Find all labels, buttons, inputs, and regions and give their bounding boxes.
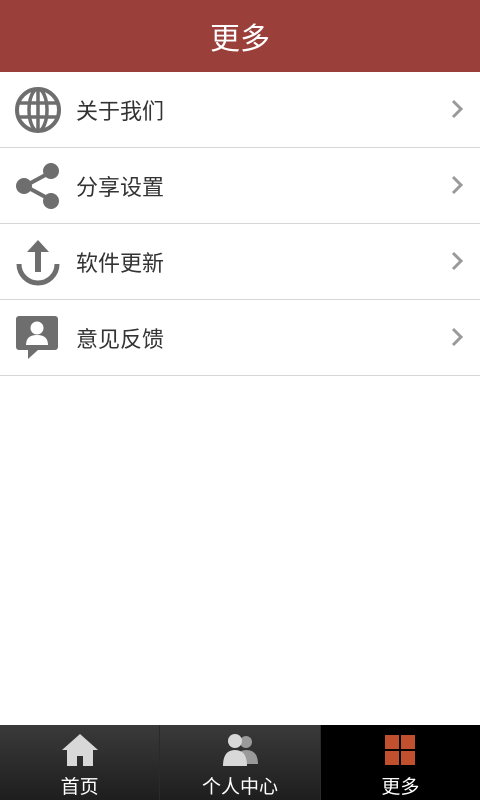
page-title: 更多 — [210, 22, 270, 57]
app-header: 更多 — [0, 0, 480, 72]
chevron-right-icon — [451, 251, 464, 271]
tab-label: 更多 — [381, 776, 420, 798]
menu-item-share-settings[interactable]: 分享设置 — [0, 148, 480, 224]
share-icon — [16, 163, 59, 209]
globe-icon — [15, 87, 61, 133]
home-icon — [61, 734, 98, 766]
tab-personal-center[interactable]: 个人中心 — [159, 725, 319, 800]
chevron-right-icon — [451, 99, 464, 119]
feedback-icon — [16, 316, 58, 359]
tab-label: 首页 — [60, 776, 99, 798]
more-menu-list: 关于我们 分享设置 软件更新 意见反馈 — [0, 72, 480, 376]
menu-item-feedback[interactable]: 意见反馈 — [0, 300, 480, 376]
bottom-tab-bar: 首页 个人中心 更多 — [0, 725, 480, 800]
menu-item-label: 分享设置 — [76, 175, 165, 201]
tab-more[interactable]: 更多 — [319, 725, 480, 800]
users-icon — [222, 734, 258, 766]
chevron-right-icon — [451, 327, 464, 347]
tab-home[interactable]: 首页 — [0, 725, 159, 800]
update-icon — [16, 240, 60, 286]
menu-item-label: 意见反馈 — [76, 327, 165, 353]
grid-icon — [385, 735, 416, 765]
menu-item-label: 软件更新 — [76, 251, 165, 277]
tab-label: 个人中心 — [201, 776, 278, 798]
chevron-right-icon — [451, 175, 464, 195]
menu-item-label: 关于我们 — [76, 99, 165, 125]
menu-item-about-us[interactable]: 关于我们 — [0, 72, 480, 148]
menu-item-software-update[interactable]: 软件更新 — [0, 224, 480, 300]
